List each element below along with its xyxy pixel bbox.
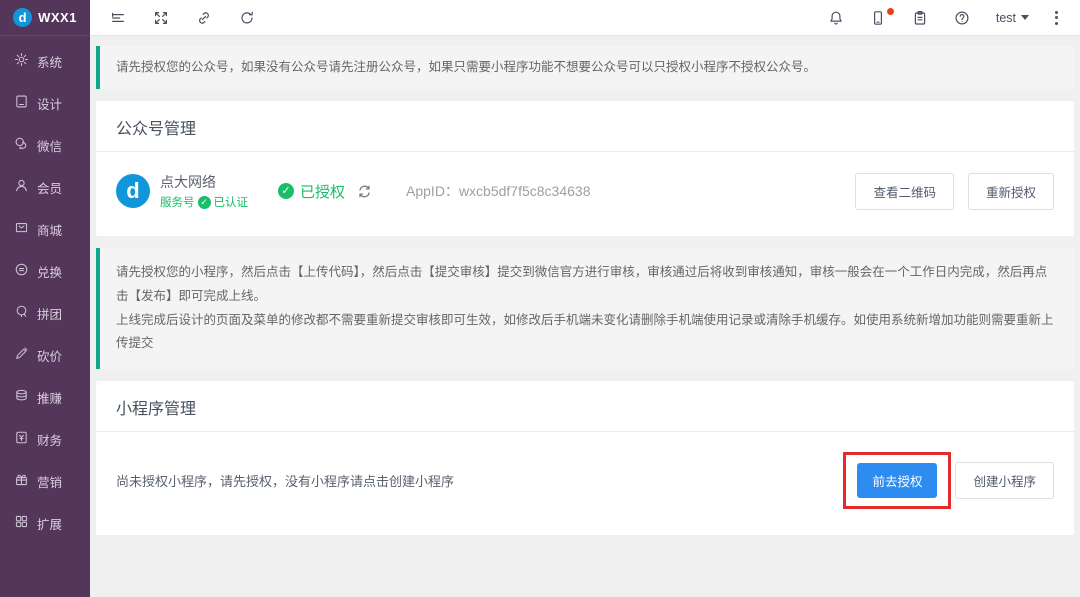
sidebar-item-system[interactable]: 系统 xyxy=(0,40,90,82)
sidebar-item-label: 财务 xyxy=(37,430,62,449)
sidebar-item-label: 系统 xyxy=(37,52,62,71)
username: test xyxy=(996,11,1016,25)
account-avatar: d xyxy=(116,174,150,208)
page-content: 请先授权您的公众号，如果没有公众号请先注册公众号，如果只需要小程序功能不想要公众… xyxy=(90,36,1080,597)
gear-icon xyxy=(14,52,29,70)
miniapp-hint-text: 尚未授权小程序，请先授权，没有小程序请点击创建小程序 xyxy=(116,471,454,490)
user-menu[interactable]: test xyxy=(996,11,1029,25)
sidebar-item-label: 设计 xyxy=(37,94,62,113)
clipboard-icon[interactable] xyxy=(912,10,928,26)
account-name: 点大网络 xyxy=(160,172,248,192)
view-qrcode-button[interactable]: 查看二维码 xyxy=(855,173,954,210)
sidebar-item-mall[interactable]: 商城 xyxy=(0,208,90,250)
miniapp-actions: 前去授权 创建小程序 xyxy=(843,452,1054,509)
bargain-knife-icon xyxy=(14,346,29,364)
finance-yuan-icon xyxy=(14,430,29,448)
sidebar-item-label: 商城 xyxy=(37,220,62,239)
official-account-actions: 查看二维码 重新授权 xyxy=(855,173,1054,210)
grid-extension-icon xyxy=(14,514,29,532)
toolbar-right-group: test xyxy=(802,10,1058,26)
app-window: d WXX1 系统 设计 微信 会员 商城 xyxy=(0,0,1080,597)
tablet-design-icon xyxy=(14,94,29,112)
sidebar-item-design[interactable]: 设计 xyxy=(0,82,90,124)
official-account-card: 公众号管理 d 点大网络 服务号 ✓ 已认证 ✓ 已授权 xyxy=(96,101,1074,236)
appid-label: AppID： xyxy=(406,183,459,199)
sidebar-item-label: 微信 xyxy=(37,136,62,155)
miniapp-card: 小程序管理 尚未授权小程序，请先授权，没有小程序请点击创建小程序 前去授权 创建… xyxy=(96,381,1074,535)
account-sub-info: 服务号 ✓ 已认证 xyxy=(160,194,248,210)
person-icon xyxy=(14,178,29,196)
exchange-coin-icon xyxy=(14,262,29,280)
authorized-status: ✓ 已授权 xyxy=(278,181,345,202)
reauthorize-button[interactable]: 重新授权 xyxy=(968,173,1054,210)
mall-envelope-icon xyxy=(14,220,29,238)
collapse-sidebar-icon[interactable] xyxy=(110,10,126,26)
section-title-official: 公众号管理 xyxy=(96,101,1074,152)
app-title: WXX1 xyxy=(38,10,77,25)
miniapp-row: 尚未授权小程序，请先授权，没有小程序请点击创建小程序 前去授权 创建小程序 xyxy=(96,432,1074,535)
authorized-check-icon: ✓ xyxy=(278,183,294,199)
certified-label: 已认证 xyxy=(214,194,249,210)
notice-text: 请先授权您的公众号，如果没有公众号请先注册公众号，如果只需要小程序功能不想要公众… xyxy=(116,60,816,74)
notice-line-1: 请先授权您的小程序，然后点击【上传代码】，然后点击【提交审核】提交到微信官方进行… xyxy=(116,261,1058,309)
appid-text: AppID：wxcb5df7f5c8c34638 xyxy=(406,181,590,201)
sidebar-item-label: 兑换 xyxy=(37,262,62,281)
account-type-label: 服务号 xyxy=(160,194,195,210)
gift-icon xyxy=(14,472,29,490)
group-buy-icon xyxy=(14,304,29,322)
appid-value: wxcb5df7f5c8c34638 xyxy=(459,183,591,199)
sidebar-item-promote[interactable]: 推赚 xyxy=(0,376,90,418)
sidebar: d WXX1 系统 设计 微信 会员 商城 xyxy=(0,0,90,597)
miniapp-notice: 请先授权您的小程序，然后点击【上传代码】，然后点击【提交审核】提交到微信官方进行… xyxy=(96,248,1074,369)
fullscreen-icon[interactable] xyxy=(153,10,169,26)
chevron-down-icon xyxy=(1021,15,1029,20)
sidebar-item-wechat[interactable]: 微信 xyxy=(0,124,90,166)
sidebar-item-label: 砍价 xyxy=(37,346,62,365)
notification-badge xyxy=(887,8,894,15)
sidebar-item-marketing[interactable]: 营销 xyxy=(0,460,90,502)
sidebar-item-label: 扩展 xyxy=(37,514,62,533)
sidebar-item-label: 营销 xyxy=(37,472,62,491)
create-miniapp-button[interactable]: 创建小程序 xyxy=(955,462,1054,499)
sidebar-item-bargain[interactable]: 砍价 xyxy=(0,334,90,376)
notification-bell-icon[interactable] xyxy=(828,10,844,26)
refresh-icon[interactable] xyxy=(239,10,255,26)
coins-stack-icon xyxy=(14,388,29,406)
sidebar-item-groupbuy[interactable]: 拼团 xyxy=(0,292,90,334)
sidebar-item-exchange[interactable]: 兑换 xyxy=(0,250,90,292)
sidebar-item-label: 拼团 xyxy=(37,304,62,323)
top-toolbar: test xyxy=(90,0,1080,36)
sidebar-menu: 系统 设计 微信 会员 商城 兑换 xyxy=(0,36,90,544)
go-authorize-button[interactable]: 前去授权 xyxy=(857,463,937,498)
authorized-label: 已授权 xyxy=(300,181,345,202)
official-account-notice: 请先授权您的公众号，如果没有公众号请先注册公众号，如果只需要小程序功能不想要公众… xyxy=(96,46,1074,89)
refresh-auth-icon[interactable] xyxy=(357,184,372,199)
help-icon[interactable] xyxy=(954,10,970,26)
main-area: test 请先授权您的公众号，如果没有公众号请先注册公众号，如果只需要小程序功能… xyxy=(90,0,1080,597)
more-options-icon[interactable] xyxy=(1055,11,1058,25)
notice-line-2: 上线完成后设计的页面及菜单的修改都不需要重新提交审核即可生效，如修改后手机端未变… xyxy=(116,309,1058,357)
mobile-preview-icon[interactable] xyxy=(870,10,886,26)
sidebar-item-extension[interactable]: 扩展 xyxy=(0,502,90,544)
brand-logo-icon: d xyxy=(13,8,32,27)
sidebar-item-label: 推赚 xyxy=(37,388,62,407)
link-icon[interactable] xyxy=(196,10,212,26)
account-meta: 点大网络 服务号 ✓ 已认证 xyxy=(160,172,248,210)
official-account-row: d 点大网络 服务号 ✓ 已认证 ✓ 已授权 xyxy=(96,152,1074,236)
sidebar-item-label: 会员 xyxy=(37,178,62,197)
certified-check-icon: ✓ xyxy=(198,196,211,209)
sidebar-item-finance[interactable]: 财务 xyxy=(0,418,90,460)
app-logo[interactable]: d WXX1 xyxy=(0,0,90,36)
action-highlight-box: 前去授权 xyxy=(843,452,951,509)
wechat-bubbles-icon xyxy=(14,136,29,154)
sidebar-item-member[interactable]: 会员 xyxy=(0,166,90,208)
section-title-miniapp: 小程序管理 xyxy=(96,381,1074,432)
